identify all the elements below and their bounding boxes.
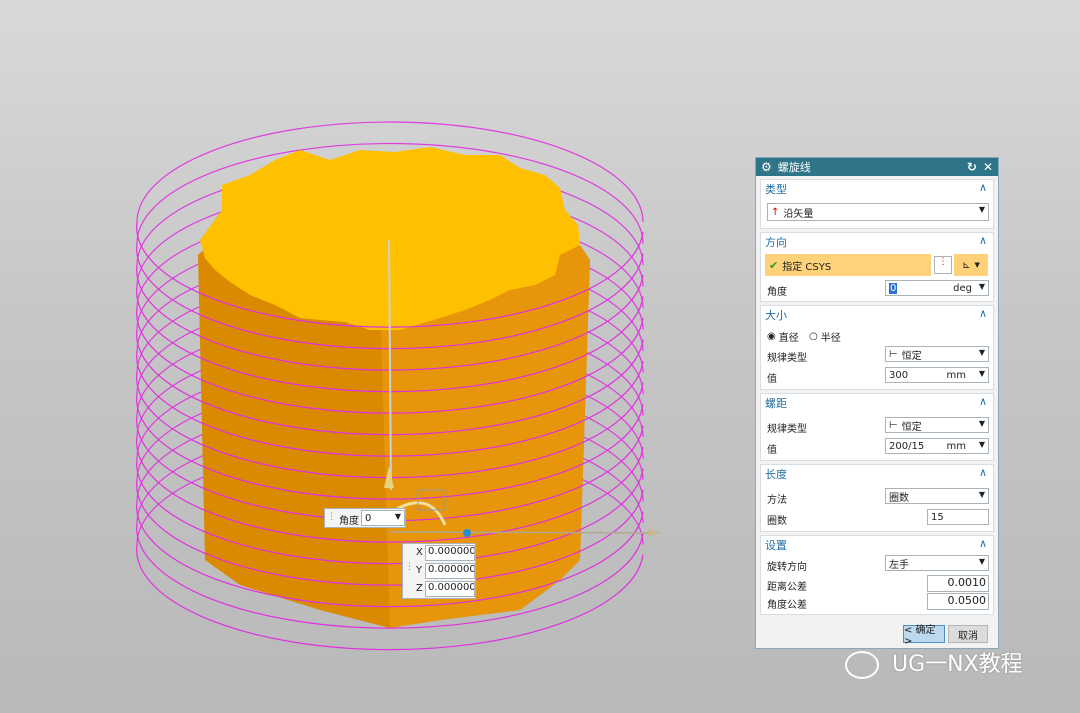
z-field[interactable]: 0.000000C — [425, 581, 475, 597]
pitch-unit: mm — [946, 440, 966, 452]
section-length-header[interactable]: 长度 ∧ — [761, 465, 993, 483]
section-size: 大小 ∧ ◉ 直径 ○ 半径 规律类型 ⊢ 恒定 ▼ 值 300 mm ▼ — [760, 305, 994, 390]
collapse-icon[interactable]: ∧ — [979, 234, 987, 247]
pitch-value-field[interactable]: 200/15 mm ▼ — [885, 438, 989, 454]
law-constant-icon: ⊢ — [889, 419, 898, 431]
y-field[interactable]: 0.000000C — [425, 563, 475, 579]
x-axis-arrow-icon[interactable] — [648, 529, 660, 537]
length-method-dropdown[interactable]: 圈数 ▼ — [885, 488, 989, 504]
specify-csys-row[interactable]: ✔ 指定 CSYS — [765, 254, 931, 276]
angle-tolerance-label: 角度公差 — [767, 600, 807, 611]
chevron-down-icon: ▼ — [978, 369, 985, 378]
rotation-direction-label: 旋转方向 — [767, 562, 807, 573]
watermark: UG一NX教程 — [845, 646, 1023, 679]
z-label: Z — [416, 583, 423, 594]
chevron-down-icon: ▼ — [978, 557, 985, 566]
vector-arrow-icon: ↑ — [771, 206, 780, 218]
pitch-law-label: 规律类型 — [767, 424, 807, 435]
y-label: Y — [416, 565, 423, 576]
type-dropdown[interactable]: ↑ 沿矢量 ▼ — [767, 203, 989, 221]
pitch-law-dropdown[interactable]: ⊢ 恒定 ▼ — [885, 417, 989, 433]
size-value-label: 值 — [767, 374, 777, 385]
section-size-header[interactable]: 大小 ∧ — [761, 306, 993, 324]
size-value-field[interactable]: 300 mm ▼ — [885, 367, 989, 383]
ok-button[interactable]: < 确定 > — [903, 625, 945, 647]
csys-type-button[interactable]: ⊾ ▼ — [954, 254, 988, 276]
angle-unit: deg — [953, 282, 972, 294]
check-icon: ✔ — [769, 258, 779, 272]
gear-icon[interactable]: ⚙ — [761, 160, 772, 174]
angle-tolerance-field[interactable]: 0.0500 — [927, 593, 989, 610]
radio-selected-icon: ◉ — [767, 331, 776, 342]
wechat-icon — [845, 651, 879, 679]
section-settings: 设置 ∧ 旋转方向 左手 ▼ 距离公差 0.0010 角度公差 0.0500 — [760, 535, 994, 615]
size-law-label: 规律类型 — [767, 353, 807, 364]
helix-dialog: ⚙ 螺旋线 ↻ ✕ 类型 ∧ ↑ 沿矢量 ▼ 方向 ∧ ✔ 指定 CSYS ⋮ … — [755, 157, 999, 649]
section-direction-header[interactable]: 方向 ∧ — [761, 233, 993, 251]
chevron-down-icon: ▼ — [978, 282, 985, 291]
x-axis-line — [389, 531, 661, 534]
collapse-icon[interactable]: ∧ — [979, 537, 987, 550]
x-label: X — [416, 547, 423, 558]
chevron-down-icon: ▼ — [978, 348, 985, 357]
section-type-header[interactable]: 类型 ∧ — [761, 180, 993, 198]
dialog-titlebar: ⚙ 螺旋线 ↻ ✕ — [756, 158, 998, 176]
distance-tolerance-field[interactable]: 0.0010 — [927, 575, 989, 592]
angle-field[interactable]: 0 deg ▼ — [885, 280, 989, 296]
coordinate-input-box: ⋮ X 0.000000C Y 0.000000C Z 0.000000C — [402, 543, 476, 599]
viewport-angle-input[interactable]: ⋮ 角度 0 ▼ — [324, 508, 406, 528]
csys-axes-icon: ⊾ — [962, 259, 971, 271]
distance-tolerance-label: 距离公差 — [767, 582, 807, 593]
section-settings-header[interactable]: 设置 ∧ — [761, 536, 993, 554]
section-pitch: 螺距 ∧ 规律类型 ⊢ 恒定 ▼ 值 200/15 mm ▼ — [760, 393, 994, 461]
angle-grip-icon: ⋮ — [327, 512, 336, 522]
radio-unselected-icon: ○ — [809, 331, 818, 342]
collapse-icon[interactable]: ∧ — [979, 181, 987, 194]
angle-value: 0 — [889, 282, 898, 294]
dialog-title: 螺旋线 — [777, 161, 811, 174]
section-type: 类型 ∧ ↑ 沿矢量 ▼ — [760, 179, 994, 229]
chevron-down-icon: ▼ — [978, 440, 985, 449]
length-method-label: 方法 — [767, 495, 787, 506]
chevron-down-icon: ▼ — [394, 512, 401, 521]
collapse-icon[interactable]: ∧ — [979, 307, 987, 320]
size-unit: mm — [946, 369, 966, 381]
law-constant-icon: ⊢ — [889, 348, 898, 360]
collapse-icon[interactable]: ∧ — [979, 466, 987, 479]
csys-origin-handle[interactable] — [463, 529, 471, 537]
section-pitch-header[interactable]: 螺距 ∧ — [761, 394, 993, 412]
angle-label: 角度 — [767, 287, 787, 298]
viewport-angle-dropdown[interactable]: 0 ▼ — [361, 510, 405, 526]
size-law-dropdown[interactable]: ⊢ 恒定 ▼ — [885, 346, 989, 362]
csys-dialog-button[interactable]: ⋮ — [934, 256, 952, 274]
section-direction: 方向 ∧ ✔ 指定 CSYS ⋮ ⊾ ▼ 角度 0 deg ▼ — [760, 232, 994, 302]
chevron-down-icon: ▼ — [978, 205, 985, 214]
radio-radius[interactable]: ○ 半径 — [809, 329, 841, 344]
turns-field[interactable]: 15 — [927, 509, 989, 525]
viewport-angle-label: 角度 — [339, 516, 359, 527]
turns-label: 圈数 — [767, 516, 787, 527]
collapse-icon[interactable]: ∧ — [979, 395, 987, 408]
close-icon[interactable]: ✕ — [983, 160, 993, 174]
chevron-down-icon: ▼ — [978, 490, 985, 499]
cancel-button[interactable]: 取消 — [948, 625, 988, 643]
section-length: 长度 ∧ 方法 圈数 ▼ 圈数 15 — [760, 464, 994, 532]
chevron-down-icon: ▼ — [978, 419, 985, 428]
pitch-value-label: 值 — [767, 445, 777, 456]
chevron-down-icon: ▼ — [974, 261, 980, 269]
coord-grip-icon: ⋮ — [405, 562, 414, 572]
x-field[interactable]: 0.000000C — [425, 545, 475, 561]
radio-diameter[interactable]: ◉ 直径 — [767, 329, 799, 344]
reset-icon[interactable]: ↻ — [967, 160, 977, 174]
rotation-direction-dropdown[interactable]: 左手 ▼ — [885, 555, 989, 571]
